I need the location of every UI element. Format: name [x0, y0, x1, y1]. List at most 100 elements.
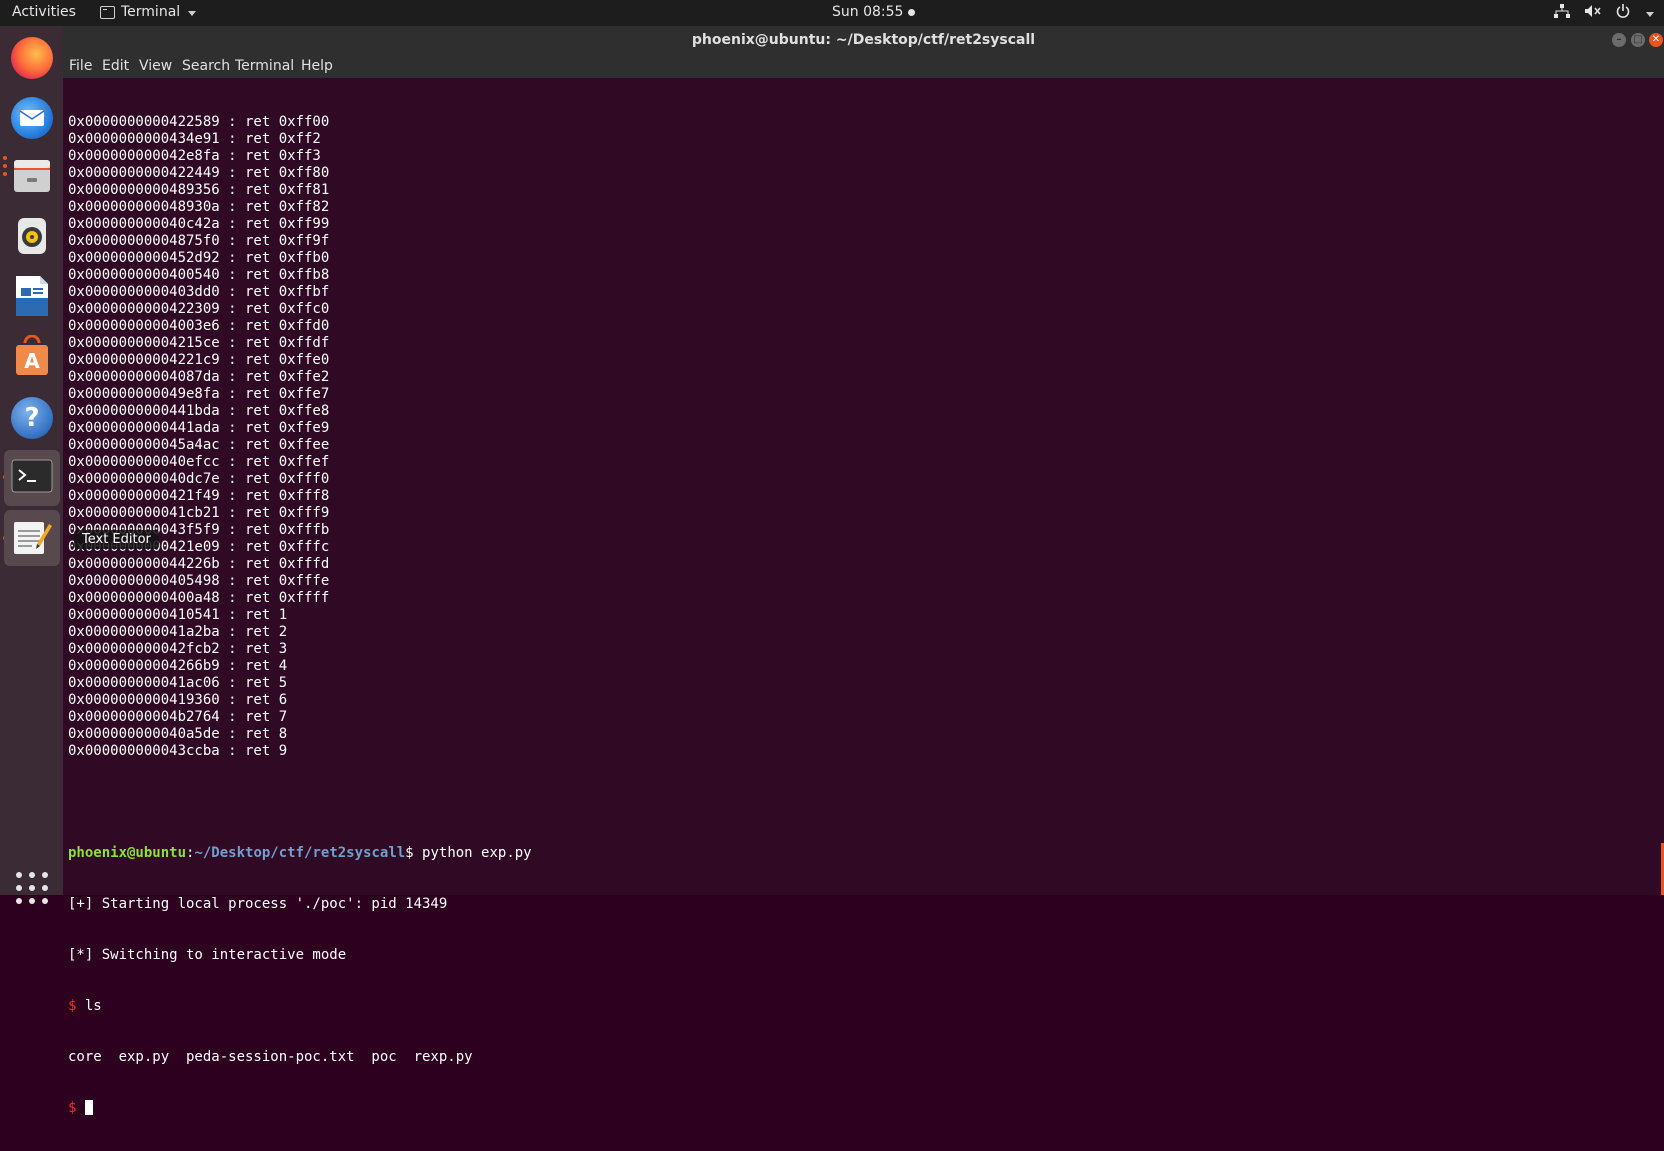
files-icon [12, 156, 52, 200]
minimize-button[interactable]: – [1612, 33, 1626, 47]
terminal-icon [100, 5, 115, 19]
writer-icon [12, 274, 52, 322]
dock-libreoffice-writer[interactable] [4, 270, 60, 326]
gadget-line: 0x0000000000410541 : ret 1 [68, 607, 288, 623]
input-line[interactable]: $ [68, 1100, 532, 1117]
gadget-line: 0x000000000041cb21 : ret 0xfff9 [68, 505, 330, 521]
power-icon[interactable] [1616, 4, 1630, 22]
app-menu[interactable]: Terminal [100, 4, 197, 20]
grid-dot-icon [42, 898, 48, 904]
gadget-line: 0x0000000000422309 : ret 0xffc0 [68, 301, 330, 317]
gadget-line: 0x00000000004003e6 : ret 0xffd0 [68, 318, 330, 334]
gadget-line: 0x000000000040efcc : ret 0xffef [68, 454, 330, 470]
gadget-line: 0x0000000000405498 : ret 0xfffe [68, 573, 330, 589]
shell-command-text: ls [84, 998, 102, 1014]
prompt-path: ~/Desktop/ctf/ret2syscall [194, 845, 406, 861]
grid-dot-icon [29, 872, 35, 878]
prompt-user: phoenix@ubuntu [68, 845, 187, 861]
gadget-line: 0x000000000040a5de : ret 8 [68, 726, 288, 742]
grid-dot-icon [29, 885, 35, 891]
ls-output-line: core exp.py peda-session-poc.txt poc rex… [68, 1049, 473, 1065]
show-applications-button[interactable] [16, 872, 48, 904]
gadget-line: 0x00000000004266b9 : ret 4 [68, 658, 288, 674]
gadget-line: 0x00000000004221c9 : ret 0xffe0 [68, 352, 330, 368]
grid-dot-icon [29, 898, 35, 904]
prompt-dollar: $ [405, 845, 423, 861]
gadget-line: 0x000000000040dc7e : ret 0xfff0 [68, 471, 330, 487]
menu-bar: File Edit View Search Terminal Help [63, 54, 1664, 78]
output-line: [+] Starting local process './poc': pid … [68, 896, 448, 912]
chevron-down-icon [188, 10, 197, 16]
gadget-line: 0x0000000000422589 : ret 0xff00 [68, 114, 330, 130]
terminal-area[interactable]: 0x0000000000422589 : ret 0xff00 0x0000000… [63, 78, 1664, 1116]
ubuntu-software-icon: A [12, 334, 52, 381]
menu-search[interactable]: Search [182, 58, 230, 74]
svg-text:A: A [24, 349, 40, 373]
grid-dot-icon [16, 898, 22, 904]
volume-muted-icon[interactable] [1584, 4, 1602, 22]
menu-file[interactable]: File [69, 58, 92, 74]
shell-command-line: $ ls [68, 998, 532, 1015]
gadget-line: 0x000000000045a4ac : ret 0xffee [68, 437, 330, 453]
grid-dot-icon [42, 872, 48, 878]
dock-thunderbird[interactable] [4, 90, 60, 146]
command-line: phoenix@ubuntu:~/Desktop/ctf/ret2syscall… [68, 845, 532, 862]
gadget-line: 0x00000000004215ce : ret 0xffdf [68, 335, 330, 351]
gadget-line: 0x000000000042fcb2 : ret 3 [68, 641, 288, 657]
gadget-line: 0x0000000000400a48 : ret 0xffff [68, 590, 330, 606]
gadget-line: 0x0000000000489356 : ret 0xff81 [68, 182, 330, 198]
close-button[interactable]: ✕ [1649, 33, 1663, 47]
shell-prompt: $ [68, 1100, 85, 1116]
gadget-line: 0x000000000041a2ba : ret 2 [68, 624, 288, 640]
menu-edit[interactable]: Edit [102, 58, 129, 74]
gadget-line: 0x0000000000434e91 : ret 0xff2 [68, 131, 321, 147]
menu-view[interactable]: View [139, 58, 172, 74]
system-tray[interactable] [1554, 4, 1654, 22]
gadget-line: 0x0000000000400540 : ret 0xffb8 [68, 267, 330, 283]
chevron-down-icon [1646, 11, 1654, 17]
top-bar: Activities Terminal Sun 08:55 [0, 0, 1664, 26]
gadget-line: 0x00000000004b2764 : ret 7 [68, 709, 288, 725]
firefox-icon [11, 37, 53, 79]
dock-firefox[interactable] [4, 30, 60, 86]
gadget-list: 0x0000000000422589 : ret 0xff00 0x0000000… [68, 114, 532, 760]
rhythmbox-icon [12, 216, 52, 260]
grid-dot-icon [16, 885, 22, 891]
gadget-line: 0x00000000004087da : ret 0xffe2 [68, 369, 330, 385]
window-titlebar[interactable]: phoenix@ubuntu: ~/Desktop/ctf/ret2syscal… [63, 26, 1664, 54]
gadget-line: 0x0000000000441ada : ret 0xffe9 [68, 420, 330, 436]
help-icon: ? [11, 397, 53, 439]
clock[interactable]: Sun 08:55 [832, 4, 916, 20]
gadget-line: 0x000000000049e8fa : ret 0xffe7 [68, 386, 330, 402]
gadget-line: 0x0000000000421f49 : ret 0xfff8 [68, 488, 330, 504]
gadget-line: 0x000000000048930a : ret 0xff82 [68, 199, 330, 215]
gadget-line: 0x00000000004875f0 : ret 0xff9f [68, 233, 330, 249]
gadget-line: 0x000000000040c42a : ret 0xff99 [68, 216, 330, 232]
dock-ubuntu-software[interactable]: A [4, 330, 60, 386]
dock-rhythmbox[interactable] [4, 210, 60, 266]
dock: A ? [0, 26, 63, 904]
thunderbird-icon [11, 97, 53, 139]
dock-files[interactable] [4, 150, 60, 206]
gadget-line: 0x000000000042e8fa : ret 0xff3 [68, 148, 321, 164]
dock-help[interactable]: ? [4, 390, 60, 446]
gadget-line: 0x0000000000422449 : ret 0xff80 [68, 165, 330, 181]
dock-text-editor[interactable] [4, 510, 60, 566]
command-text: python exp.py [422, 845, 532, 861]
grid-dot-icon [16, 872, 22, 878]
menu-terminal[interactable]: Terminal [235, 58, 294, 74]
maximize-button[interactable]: □ [1631, 33, 1645, 47]
gadget-line: 0x0000000000419360 : ret 6 [68, 692, 288, 708]
notification-dot-icon [908, 8, 916, 16]
grid-dot-icon [42, 885, 48, 891]
text-editor-icon [11, 516, 53, 560]
gadget-line: 0x0000000000452d92 : ret 0xffb0 [68, 250, 330, 266]
menu-help[interactable]: Help [301, 58, 333, 74]
network-icon[interactable] [1554, 4, 1570, 22]
output-line: [*] Switching to interactive mode [68, 947, 347, 963]
terminal-icon [11, 459, 53, 497]
dock-terminal[interactable] [4, 450, 60, 506]
clock-label: Sun 08:55 [832, 4, 904, 20]
activities-button[interactable]: Activities [12, 4, 76, 20]
